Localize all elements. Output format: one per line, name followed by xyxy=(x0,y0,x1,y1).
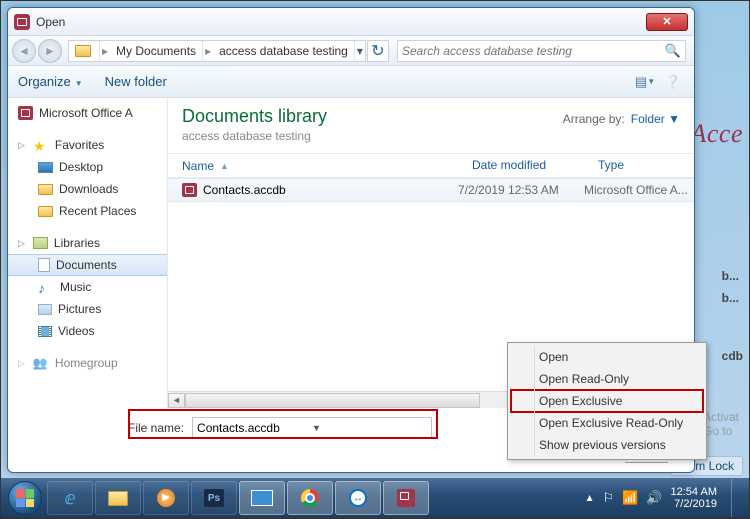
toolbar: Organize▼ New folder ▤ ▼ ❔ xyxy=(8,66,694,98)
column-headers[interactable]: Name▲ Date modified Type xyxy=(168,154,694,178)
search-input[interactable] xyxy=(402,44,665,58)
menu-previous-versions[interactable]: Show previous versions xyxy=(511,434,703,456)
taskbar-explorer[interactable] xyxy=(95,481,141,515)
sidebar-item-videos[interactable]: Videos xyxy=(8,320,167,342)
document-icon xyxy=(38,258,50,272)
sidebar-item-recent[interactable]: Recent Places xyxy=(8,200,167,222)
view-options-button[interactable]: ▤ ▼ xyxy=(634,72,656,92)
music-icon: ♪ xyxy=(38,280,54,294)
taskbar-access[interactable] xyxy=(383,481,429,515)
homegroup-icon: 👥 xyxy=(33,356,49,370)
background-recent-list: b... b... cdb xyxy=(722,261,743,371)
sidebar-item-access[interactable]: Microsoft Office A xyxy=(8,102,167,124)
scroll-thumb[interactable] xyxy=(185,393,480,408)
chevron-down-icon[interactable]: ▼ xyxy=(312,423,427,433)
sidebar-item-documents[interactable]: Documents xyxy=(8,254,167,276)
back-button[interactable]: ◄ xyxy=(12,39,36,63)
taskbar-ie[interactable]: ⅇ xyxy=(47,481,93,515)
file-row[interactable]: Contacts.accdb 7/2/2019 12:53 AM Microso… xyxy=(168,178,694,202)
videos-icon xyxy=(38,326,52,337)
new-folder-button[interactable]: New folder xyxy=(105,74,167,89)
sidebar-item-downloads[interactable]: Downloads xyxy=(8,178,167,200)
taskbar: ⅇ ▶ Ps ↔ ▲ ⚐ 📶 🔊 12:54 AM 7/2/2019 xyxy=(1,478,749,518)
folder-icon xyxy=(75,45,91,57)
breadcrumb[interactable]: ▸ My Documents ▸ access database testing… xyxy=(68,40,366,62)
access-file-icon xyxy=(182,183,197,197)
open-dropdown-menu: Open Open Read-Only Open Exclusive Open … xyxy=(507,342,707,460)
menu-open-readonly[interactable]: Open Read-Only xyxy=(511,368,703,390)
search-box[interactable]: 🔍 xyxy=(397,40,686,62)
organize-menu[interactable]: Organize▼ xyxy=(18,74,83,89)
title-bar: Open ✕ xyxy=(8,8,694,36)
taskbar-teamviewer[interactable]: ↔ xyxy=(335,481,381,515)
pictures-icon xyxy=(38,304,52,315)
library-title: Documents library xyxy=(182,106,327,127)
menu-open-exclusive[interactable]: Open Exclusive xyxy=(511,390,703,412)
tray-clock[interactable]: 12:54 AM 7/2/2019 xyxy=(671,486,719,510)
sidebar-item-desktop[interactable]: Desktop xyxy=(8,156,167,178)
sidebar-homegroup[interactable]: ▷👥Homegroup xyxy=(8,352,167,374)
folder-icon xyxy=(108,491,128,506)
background-app-title: Acce xyxy=(690,119,743,149)
watermark: Activat Go to xyxy=(703,410,739,438)
taskbar-chrome[interactable] xyxy=(287,481,333,515)
dialog-title: Open xyxy=(36,15,65,29)
menu-open[interactable]: Open xyxy=(511,346,703,368)
star-icon: ★ xyxy=(33,138,49,152)
nav-bar: ◄ ► ▸ My Documents ▸ access database tes… xyxy=(8,36,694,66)
sidebar-favorites[interactable]: ▷★Favorites xyxy=(8,134,167,156)
tray-volume-icon[interactable]: 🔊 xyxy=(646,490,662,506)
scroll-left-button[interactable]: ◄ xyxy=(168,393,185,408)
close-button[interactable]: ✕ xyxy=(646,13,688,31)
library-subtitle: access database testing xyxy=(182,129,327,143)
access-icon xyxy=(18,106,33,120)
sidebar-item-pictures[interactable]: Pictures xyxy=(8,298,167,320)
taskbar-app1[interactable] xyxy=(239,481,285,515)
search-icon: 🔍 xyxy=(665,43,681,59)
tray-overflow[interactable]: ▲ xyxy=(585,493,595,504)
sidebar-item-music[interactable]: ♪Music xyxy=(8,276,167,298)
help-button[interactable]: ❔ xyxy=(662,72,684,92)
desktop-icon xyxy=(38,162,53,173)
tray-flag-icon[interactable]: ⚐ xyxy=(602,490,614,506)
access-icon xyxy=(397,489,415,507)
filename-combobox[interactable]: Contacts.accdb▼ xyxy=(192,417,432,439)
libraries-icon xyxy=(33,237,48,249)
folder-icon xyxy=(38,206,53,217)
refresh-button[interactable]: ↻ xyxy=(367,40,389,62)
sidebar-libraries[interactable]: ▷Libraries xyxy=(8,232,167,254)
arrange-by[interactable]: Arrange by: Folder ▼ xyxy=(563,112,680,126)
show-desktop-button[interactable] xyxy=(731,479,741,517)
menu-open-exclusive-readonly[interactable]: Open Exclusive Read-Only xyxy=(511,412,703,434)
access-icon xyxy=(14,14,30,30)
start-button[interactable] xyxy=(5,478,45,518)
filename-label: File name: xyxy=(128,421,184,435)
taskbar-photoshop[interactable]: Ps xyxy=(191,481,237,515)
navigation-pane: Microsoft Office A ▷★Favorites Desktop D… xyxy=(8,98,168,408)
forward-button[interactable]: ► xyxy=(38,39,62,63)
folder-icon xyxy=(38,184,53,195)
taskbar-mediaplayer[interactable]: ▶ xyxy=(143,481,189,515)
tray-network-icon[interactable]: 📶 xyxy=(622,490,638,506)
